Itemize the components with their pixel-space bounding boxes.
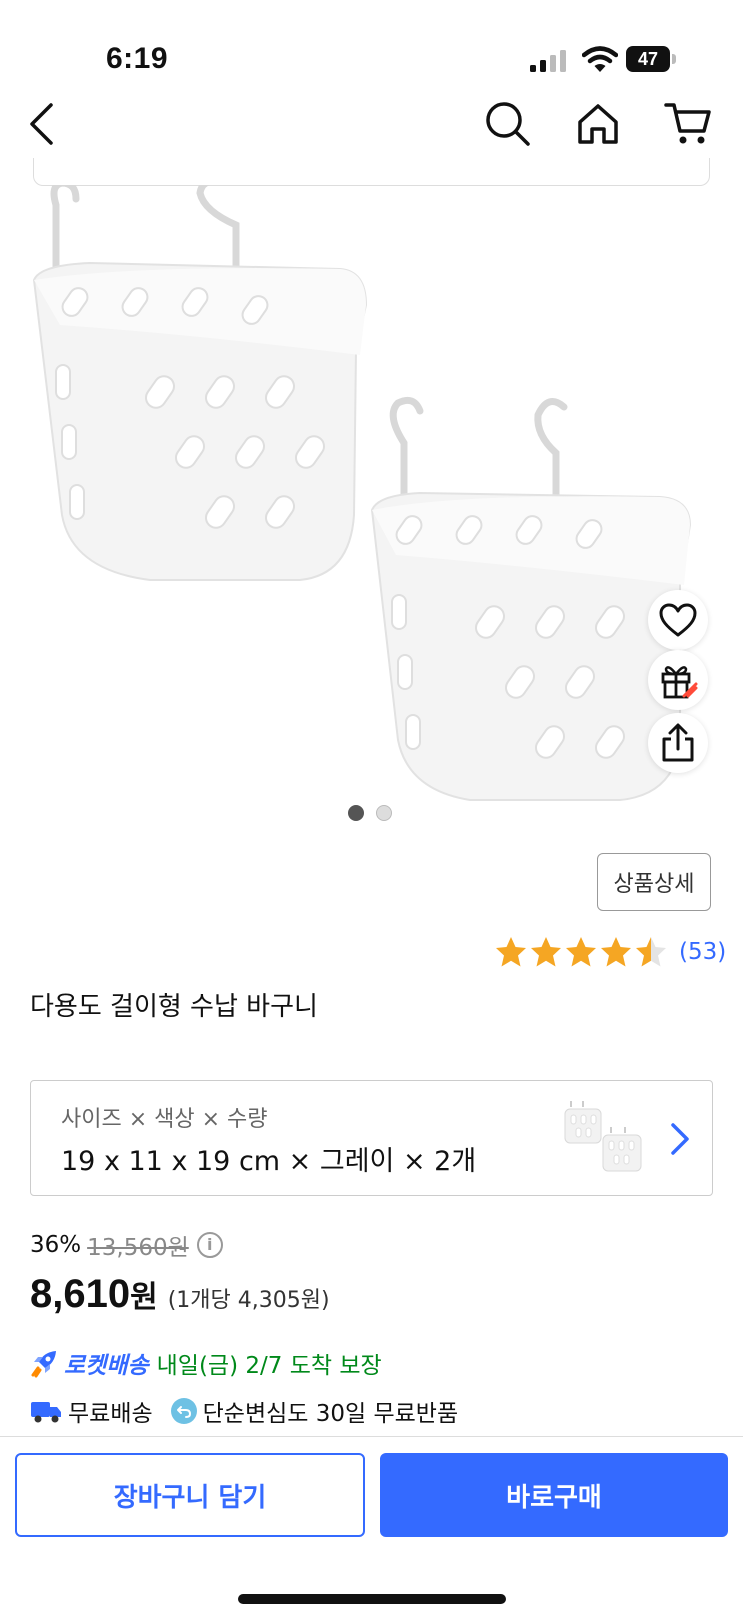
product-detail-button[interactable]: 상품상세 bbox=[597, 853, 711, 911]
option-value: 19 x 11 x 19 cm × 그레이 × 2개 bbox=[61, 1146, 477, 1177]
price-block: 36% 13,560원 i 8,610 원 (1개당 4,305원) bbox=[30, 1228, 720, 1317]
star-icon bbox=[496, 937, 526, 967]
wishlist-button[interactable] bbox=[648, 590, 708, 650]
basket-right bbox=[370, 396, 692, 801]
sale-price: 8,610 bbox=[30, 1272, 131, 1316]
star-icon bbox=[601, 937, 631, 967]
unit-price: (1개당 4,305원) bbox=[167, 1288, 330, 1313]
rocket-icon bbox=[31, 1351, 56, 1378]
rocket-delivery-label: 로켓배송 bbox=[64, 1353, 149, 1379]
gallery-dot-1[interactable] bbox=[348, 805, 364, 821]
status-time: 6:19 bbox=[106, 42, 169, 75]
free-shipping-label: 무료배송 bbox=[68, 1401, 153, 1427]
option-thumbnail bbox=[564, 1101, 642, 1172]
truck-icon bbox=[31, 1402, 61, 1423]
gift-icon bbox=[661, 666, 698, 699]
star-icon bbox=[566, 937, 596, 967]
battery-level: 47 bbox=[626, 46, 670, 72]
option-label: 사이즈 × 색상 × 수량 bbox=[61, 1107, 268, 1132]
home-indicator[interactable] bbox=[238, 1594, 506, 1604]
discount-rate: 36% bbox=[30, 1232, 82, 1258]
gallery-dot-2[interactable] bbox=[376, 805, 392, 821]
chevron-right-icon bbox=[671, 1123, 689, 1155]
half-star-icon bbox=[636, 937, 666, 967]
sale-price-row: 8,610 원 (1개당 4,305원) bbox=[30, 1272, 720, 1317]
bottom-action-bar: 장바구니 담기 바로구매 bbox=[0, 1436, 743, 1615]
basket-left bbox=[32, 177, 368, 581]
discount-row: 36% 13,560원 i bbox=[30, 1228, 720, 1262]
rocket-delivery-info: 로켓배송 내일(금) 2/7 도착 보장 bbox=[30, 1346, 382, 1380]
product-title: 다용도 걸이형 수납 바구니 bbox=[30, 992, 318, 1022]
free-return-label: 단순변심도 30일 무료반품 bbox=[202, 1401, 459, 1427]
info-icon[interactable]: i bbox=[196, 1232, 223, 1258]
add-to-cart-button[interactable]: 장바구니 담기 bbox=[15, 1453, 365, 1537]
arrival-guarantee: 내일(금) 2/7 도착 보장 bbox=[156, 1353, 382, 1379]
product-image-baskets bbox=[32, 177, 692, 801]
sale-price-unit: 원 bbox=[130, 1281, 158, 1314]
cart-icon[interactable] bbox=[660, 96, 716, 152]
gift-button[interactable] bbox=[648, 650, 708, 710]
gallery-pagination bbox=[348, 805, 392, 821]
battery-tip bbox=[672, 54, 676, 64]
product-rating[interactable]: (53) bbox=[494, 935, 726, 969]
previous-section-card bbox=[33, 158, 710, 186]
battery-icon: 47 bbox=[626, 46, 676, 72]
wifi-icon bbox=[582, 46, 618, 72]
original-price: 13,560원 bbox=[87, 1235, 189, 1261]
top-nav bbox=[0, 90, 743, 160]
share-icon bbox=[662, 723, 694, 762]
home-icon[interactable] bbox=[570, 96, 626, 152]
share-button[interactable] bbox=[648, 713, 708, 773]
return-icon bbox=[170, 1398, 197, 1424]
review-count[interactable]: (53) bbox=[679, 939, 726, 965]
option-selector[interactable]: 사이즈 × 색상 × 수량 19 x 11 x 19 cm × 그레이 × 2개 bbox=[30, 1080, 713, 1196]
heart-icon bbox=[659, 603, 697, 637]
shipping-benefits: 무료배송 단순변심도 30일 무료반품 bbox=[30, 1394, 458, 1428]
cellular-signal-icon bbox=[530, 50, 566, 72]
back-icon[interactable] bbox=[14, 96, 70, 152]
star-icon bbox=[531, 937, 561, 967]
product-image-gallery[interactable] bbox=[0, 177, 743, 825]
buy-now-button[interactable]: 바로구매 bbox=[380, 1453, 728, 1537]
search-icon[interactable] bbox=[480, 96, 536, 152]
